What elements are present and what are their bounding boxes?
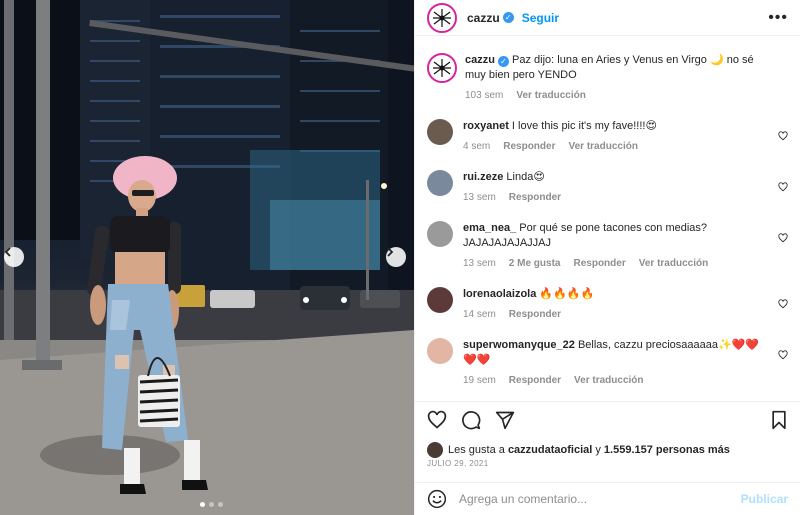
comment-item: rui.zeze Linda😍 13 sem Responder (427, 170, 788, 205)
comment-meta: 13 sem 2 Me gusta Responder Ver traducci… (463, 256, 772, 271)
carousel-dot (218, 502, 223, 507)
liker-avatar[interactable] (427, 442, 443, 458)
commenter-avatar[interactable] (427, 119, 453, 145)
comment-username[interactable]: rui.zeze (463, 171, 503, 183)
post-actions-bar (415, 403, 800, 437)
comment-meta: 13 sem Responder (463, 190, 772, 205)
comment-meta: 4 sem Responder Ver traducción (463, 139, 772, 154)
comment-composer: Agrega un comentario... Publicar (415, 482, 800, 515)
comment-username[interactable]: lorenaolaizola (463, 288, 536, 300)
carousel-dot (200, 502, 205, 507)
carousel-dot (209, 502, 214, 507)
comment-age: 14 sem (463, 309, 496, 320)
comment-item: roxyanet I love this pic it's my fave!!!… (427, 119, 788, 154)
comment-item: lorenaolaizola 🔥🔥🔥🔥 14 sem Responder (427, 287, 788, 322)
caption-body: Paz dijo: luna en Aries y Venus en Virgo… (465, 54, 754, 81)
heart-icon[interactable] (427, 410, 447, 430)
comment-text: superwomanyque_22 Bellas, cazzu preciosa… (463, 338, 788, 388)
comment-text: lorenaolaizola 🔥🔥🔥🔥 14 sem Responder (463, 287, 788, 322)
spider-logo-icon (433, 8, 451, 27)
likes-prefix: Les gusta a (448, 444, 505, 456)
comment-item: superwomanyque_22 Bellas, cazzu preciosa… (427, 338, 788, 388)
likes-count-button[interactable]: 1.559.157 personas más (604, 444, 730, 456)
commenter-avatar[interactable] (427, 338, 453, 364)
comment-text: rui.zeze Linda😍 13 sem Responder (463, 170, 788, 205)
chevron-right-icon (387, 247, 394, 257)
chevron-left-icon (4, 247, 11, 257)
post-header: cazzu ✓ Seguir ••• (415, 0, 800, 36)
comment-age: 13 sem (463, 192, 496, 203)
follow-button[interactable]: Seguir (522, 11, 559, 25)
reply-button[interactable]: Responder (503, 139, 555, 154)
spider-logo-icon (433, 59, 451, 77)
comment-like-heart-icon[interactable] (778, 233, 788, 243)
comment-meta: 19 sem Responder Ver traducción (463, 373, 772, 388)
comment-body: Linda😍 (506, 171, 545, 183)
translate-button[interactable]: Ver traducción (568, 139, 637, 154)
comment-age: 13 sem (463, 258, 496, 269)
more-options-button[interactable]: ••• (768, 9, 788, 27)
reply-button[interactable]: Responder (509, 373, 561, 388)
caption-age: 103 sem (465, 90, 504, 101)
author-avatar[interactable] (427, 53, 457, 83)
comment-username[interactable]: roxyanet (463, 120, 509, 132)
commenter-avatar[interactable] (427, 287, 453, 313)
comment-age: 4 sem (463, 141, 491, 152)
comment-text: roxyanet I love this pic it's my fave!!!… (463, 119, 788, 154)
commenter-avatar[interactable] (427, 170, 453, 196)
comment-body: I love this pic it's my fave!!!!😍 (511, 120, 657, 132)
verified-badge-icon: ✓ (502, 12, 514, 23)
translate-button[interactable]: Ver traducción (639, 256, 708, 271)
reply-button[interactable]: Responder (509, 190, 561, 205)
comment-age: 19 sem (463, 375, 496, 386)
translate-button[interactable]: Ver traducción (574, 373, 643, 388)
comment-like-heart-icon[interactable] (778, 350, 788, 360)
emoji-icon[interactable] (427, 489, 447, 509)
comment-username[interactable]: ema_nea_ (463, 222, 516, 234)
share-icon[interactable] (495, 410, 515, 430)
caption-text: cazzu ✓ Paz dijo: luna en Aries y Venus e… (465, 53, 788, 103)
translate-button[interactable]: Ver traducción (516, 88, 585, 103)
comment-like-heart-icon[interactable] (778, 182, 788, 192)
likes-count-button[interactable]: 2 Me gusta (509, 256, 561, 271)
caption-username[interactable]: cazzu (465, 54, 495, 66)
liker-username[interactable]: cazzudataoficial (508, 444, 592, 456)
carousel-indicator (200, 502, 223, 507)
comments-list[interactable]: cazzu ✓ Paz dijo: luna en Aries y Venus e… (415, 37, 800, 401)
post-photo[interactable] (0, 0, 414, 515)
comment-like-heart-icon[interactable] (778, 131, 788, 141)
comment-item: ema_nea_ Por qué se pone tacones con med… (427, 221, 788, 271)
post-date[interactable]: JULIO 29, 2021 (427, 459, 489, 468)
likes-summary: Les gusta a cazzudataoficial y 1.559.157… (427, 442, 730, 458)
comment-like-heart-icon[interactable] (778, 299, 788, 309)
publish-button[interactable]: Publicar (741, 492, 788, 506)
caption-meta: 103 sem Ver traducción (465, 88, 772, 103)
comment-meta: 14 sem Responder (463, 307, 772, 322)
comment-username[interactable]: superwomanyque_22 (463, 339, 575, 351)
author-avatar[interactable] (427, 2, 457, 33)
reply-button[interactable]: Responder (509, 307, 561, 322)
post-side-panel: cazzu ✓ Seguir ••• cazzu ✓ Paz dijo: luna… (414, 0, 800, 515)
bookmark-icon[interactable] (770, 410, 788, 430)
next-photo-button[interactable] (386, 247, 406, 267)
caption: cazzu ✓ Paz dijo: luna en Aries y Venus e… (427, 53, 788, 103)
comment-icon[interactable] (461, 410, 481, 430)
reply-button[interactable]: Responder (573, 256, 625, 271)
street-night-photo (0, 0, 414, 515)
divider (415, 401, 800, 402)
author-username[interactable]: cazzu (467, 11, 500, 25)
comment-text: ema_nea_ Por qué se pone tacones con med… (463, 221, 788, 271)
previous-photo-button[interactable] (4, 247, 24, 267)
comment-body: 🔥🔥🔥🔥 (539, 288, 595, 300)
verified-badge-icon: ✓ (497, 56, 509, 67)
commenter-avatar[interactable] (427, 221, 453, 247)
likes-connector: y (595, 444, 601, 456)
comment-input[interactable]: Agrega un comentario... (459, 492, 741, 506)
